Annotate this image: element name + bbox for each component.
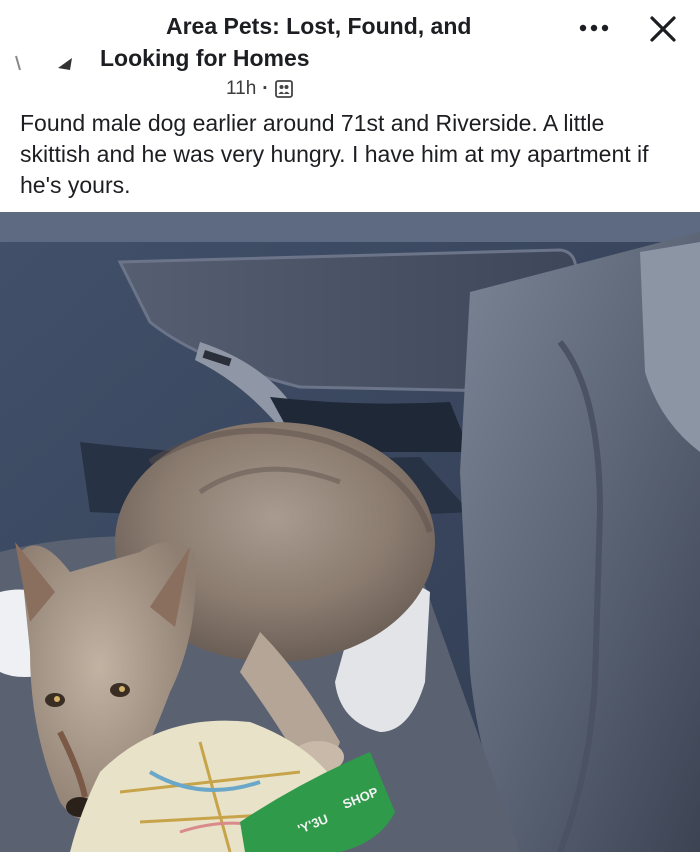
more-options-button[interactable] (572, 14, 616, 42)
post-header: Area Pets: Lost, Found, and Looking for … (0, 0, 700, 108)
close-icon (650, 16, 676, 42)
group-members-icon (274, 80, 293, 98)
group-name-line2: Looking for Homes (100, 45, 310, 71)
coyote-in-car-photo: SHOP 'Y'3U (0, 212, 700, 852)
group-name[interactable]: Area Pets: Lost, Found, and Looking for … (100, 10, 530, 74)
group-name-line1: Area Pets: Lost, Found, and (166, 13, 472, 39)
close-button[interactable] (642, 8, 684, 50)
avatar-image-fragment (15, 55, 72, 71)
meta-separator: · (262, 78, 269, 99)
post-photo[interactable]: SHOP 'Y'3U (0, 212, 700, 852)
post-meta: 11h · (226, 78, 293, 100)
post-text: Found male dog earlier around 71st and R… (20, 110, 649, 198)
post-time[interactable]: 11h (226, 78, 256, 100)
more-options-icon (579, 24, 609, 32)
